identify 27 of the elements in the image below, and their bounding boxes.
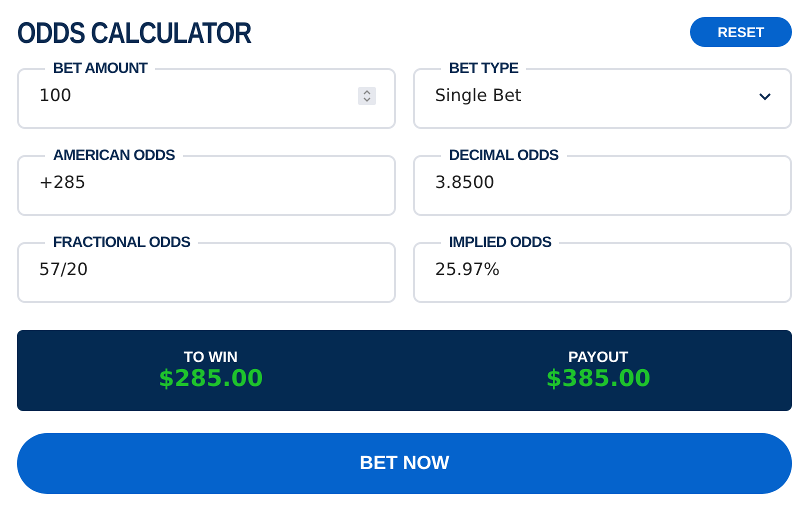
spinner-icon[interactable] — [358, 87, 376, 105]
summary-value: $385.00 — [546, 366, 651, 392]
input-field[interactable]: DECIMAL ODDS 3.8500 — [413, 147, 792, 216]
field-label: BET TYPE — [448, 60, 520, 77]
field-value: Single Bet — [435, 86, 522, 106]
input-field[interactable]: IMPLIED ODDS 25.97% — [413, 234, 792, 303]
field-label: DECIMAL ODDS — [448, 147, 560, 164]
field-label: BET AMOUNT — [52, 60, 149, 77]
input-field[interactable]: AMERICAN ODDS +285 — [17, 147, 396, 216]
field-value: 100 — [39, 86, 72, 106]
chevron-down-icon — [758, 92, 772, 100]
field-value: +285 — [39, 173, 87, 193]
summary-label: PAYOUT — [568, 349, 628, 366]
bet-now-button[interactable]: BET NOW — [17, 433, 792, 494]
summary-label: TO WIN — [184, 349, 238, 366]
page-title: ODDS CALCULATOR — [17, 17, 252, 51]
field-label: AMERICAN ODDS — [52, 147, 176, 164]
summary-value: $285.00 — [158, 366, 264, 392]
field-label: IMPLIED ODDS — [448, 234, 552, 251]
input-field[interactable]: BET AMOUNT 100 — [17, 60, 396, 129]
field-label: FRACTIONAL ODDS — [52, 234, 192, 251]
field-value: 57/20 — [39, 260, 89, 280]
field-value: 25.97% — [435, 260, 501, 280]
input-field[interactable]: FRACTIONAL ODDS 57/20 — [17, 234, 396, 303]
field-value: 3.8500 — [435, 173, 496, 193]
reset-button[interactable]: RESET — [690, 17, 792, 47]
dropdown-field[interactable]: BET TYPE Single Bet — [413, 60, 792, 129]
